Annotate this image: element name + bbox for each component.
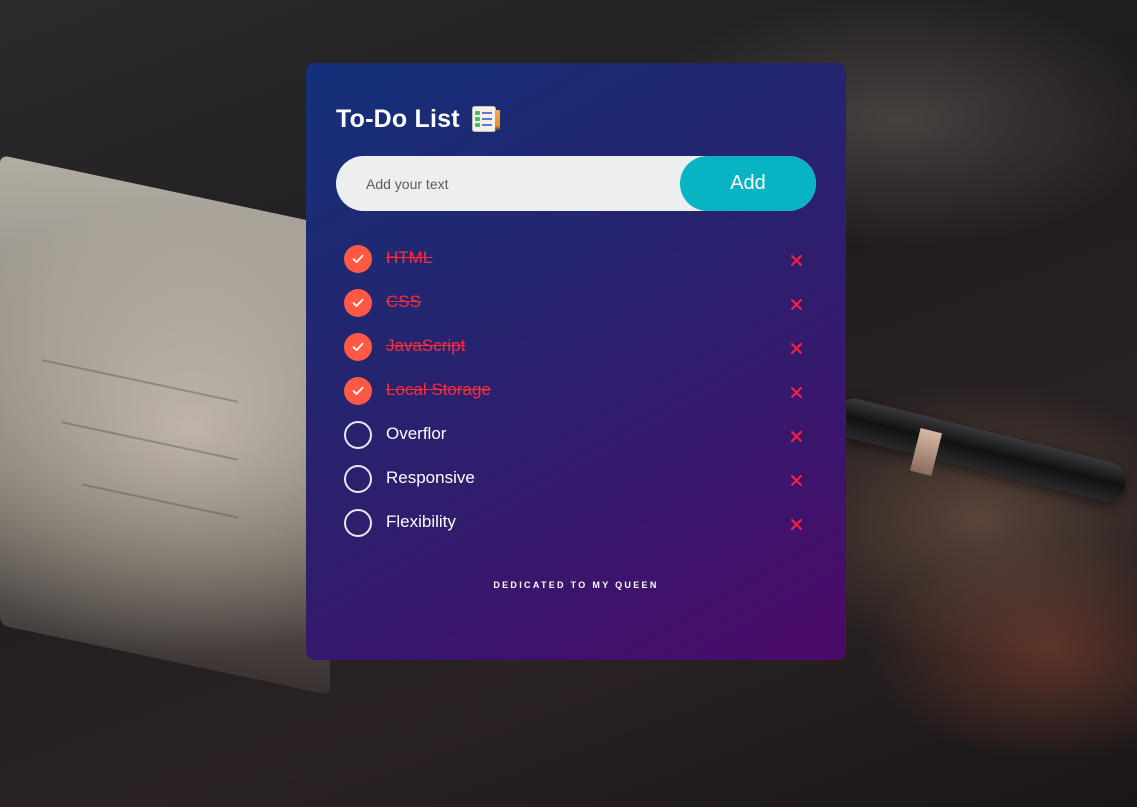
add-task-bar: Add: [336, 156, 816, 211]
delete-icon[interactable]: [786, 294, 806, 314]
task-label: JavaScript: [386, 336, 466, 355]
task-list: HTML CSS JavaScript Local Storage Overflor Re…: [336, 237, 816, 545]
task-label: Flexibility: [386, 512, 456, 531]
delete-icon[interactable]: [786, 250, 806, 270]
task-item[interactable]: Flexibility: [336, 501, 816, 545]
delete-icon[interactable]: [786, 382, 806, 402]
title-row: To-Do List: [336, 103, 816, 135]
task-input[interactable]: [336, 156, 680, 211]
todo-card: To-Do List Add HTML CSS JavaScript Local St…: [306, 63, 846, 660]
delete-icon[interactable]: [786, 338, 806, 358]
task-item[interactable]: HTML: [336, 237, 816, 281]
delete-icon[interactable]: [786, 426, 806, 446]
task-item[interactable]: Overflor: [336, 413, 816, 457]
task-label: CSS: [386, 292, 421, 311]
checked-circle-icon[interactable]: [344, 245, 372, 273]
task-item[interactable]: Local Storage: [336, 369, 816, 413]
footer-dedication: DEDICATED TO MY QUEEN: [493, 580, 659, 590]
checked-circle-icon[interactable]: [344, 289, 372, 317]
delete-icon[interactable]: [786, 514, 806, 534]
task-item[interactable]: JavaScript: [336, 325, 816, 369]
app-title: To-Do List: [336, 104, 460, 133]
unchecked-circle-icon[interactable]: [344, 421, 372, 449]
checked-circle-icon[interactable]: [344, 333, 372, 361]
task-label: Responsive: [386, 468, 475, 487]
add-button[interactable]: Add: [680, 156, 816, 211]
task-item[interactable]: Responsive: [336, 457, 816, 501]
task-label: Local Storage: [386, 380, 491, 399]
unchecked-circle-icon[interactable]: [344, 465, 372, 493]
background-pen: [829, 394, 1131, 506]
task-item[interactable]: CSS: [336, 281, 816, 325]
task-label: Overflor: [386, 424, 447, 443]
notepad-checklist-icon: [471, 106, 500, 132]
background-notebook: [0, 154, 330, 696]
unchecked-circle-icon[interactable]: [344, 509, 372, 537]
task-label: HTML: [386, 248, 433, 267]
delete-icon[interactable]: [786, 470, 806, 490]
checked-circle-icon[interactable]: [344, 377, 372, 405]
